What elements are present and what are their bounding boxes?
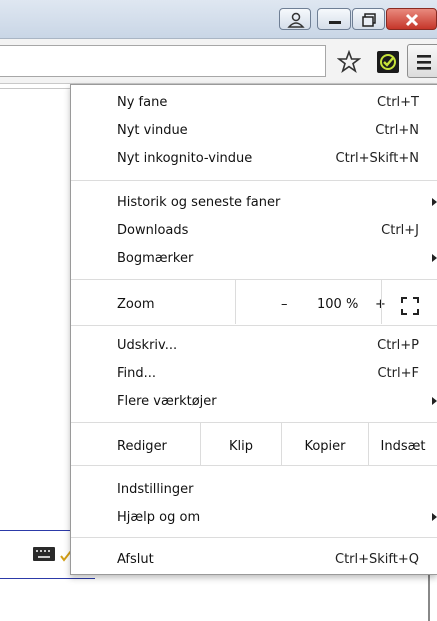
- edit-controls: Rediger Klip Kopier Indsæt: [71, 422, 437, 465]
- menu-item-shortcut: Ctrl+F: [377, 365, 419, 381]
- menu-item-label: Indstillinger: [117, 481, 194, 497]
- menu-item-more-tools[interactable]: Flere værktøjer: [71, 387, 437, 415]
- menu-item-label: Historik og seneste faner: [117, 194, 281, 210]
- zoom-divider: [381, 279, 382, 324]
- scrollbar-edge[interactable]: [428, 570, 430, 621]
- minimize-button[interactable]: [317, 8, 351, 30]
- menu-item-shortcut: Ctrl+N: [375, 122, 419, 138]
- menu-separator: [71, 180, 437, 181]
- submenu-arrow-icon: [432, 254, 437, 262]
- fullscreen-icon[interactable]: [401, 297, 419, 315]
- menu-item-new-tab[interactable]: Ny fane Ctrl+T: [71, 88, 437, 116]
- menu-item-label: Bogmærker: [117, 250, 194, 266]
- edit-label: Rediger: [117, 439, 167, 454]
- user-icon: [287, 12, 305, 28]
- keyboard-icon: [33, 547, 55, 561]
- menu-item-label: Ny fane: [117, 94, 168, 110]
- close-button[interactable]: [386, 8, 437, 30]
- zoom-divider: [235, 279, 236, 324]
- copy-button[interactable]: Kopier: [282, 439, 368, 454]
- menu-item-bookmarks[interactable]: Bogmærker: [71, 244, 437, 272]
- star-icon[interactable]: [337, 50, 361, 74]
- paste-button[interactable]: Indsæt: [369, 439, 437, 454]
- menu-separator: [71, 279, 437, 280]
- menu-item-print[interactable]: Udskriv... Ctrl+P: [71, 331, 437, 359]
- minimize-icon: [329, 21, 341, 24]
- browser-main-menu: Ny fane Ctrl+T Nyt vindue Ctrl+N Nyt ink…: [70, 84, 437, 575]
- menu-item-label: Hjælp og om: [117, 509, 201, 525]
- page-divider: [0, 578, 95, 579]
- menu-item-settings[interactable]: Indstillinger: [71, 475, 437, 503]
- menu-item-label: Downloads: [117, 222, 189, 238]
- menu-item-history[interactable]: Historik og seneste faner: [71, 188, 437, 216]
- checkmark-extension-icon[interactable]: [376, 50, 400, 74]
- zoom-out-button[interactable]: –: [281, 297, 288, 312]
- menu-item-new-incognito-window[interactable]: Nyt inkognito-vindue Ctrl+Skift+N: [71, 144, 437, 172]
- menu-item-shortcut: Ctrl+Skift+N: [335, 150, 419, 166]
- menu-item-label: Afslut: [117, 551, 154, 567]
- cut-button[interactable]: Klip: [201, 439, 281, 454]
- menu-item-new-window[interactable]: Nyt vindue Ctrl+N: [71, 116, 437, 144]
- menu-separator: [71, 465, 437, 466]
- menu-item-downloads[interactable]: Downloads Ctrl+J: [71, 216, 437, 244]
- restore-button[interactable]: [352, 8, 385, 30]
- menu-item-label: Flere værktøjer: [117, 393, 217, 409]
- close-icon: [405, 13, 419, 27]
- menu-item-exit[interactable]: Afslut Ctrl+Skift+Q: [71, 545, 437, 573]
- zoom-controls: Zoom – 100 % +: [71, 279, 437, 324]
- menu-item-shortcut: Ctrl+Skift+Q: [335, 551, 419, 567]
- zoom-level: 100 %: [317, 297, 359, 312]
- menu-separator: [71, 537, 437, 538]
- menu-item-shortcut: Ctrl+T: [377, 94, 419, 110]
- menu-item-shortcut: Ctrl+J: [381, 222, 419, 238]
- menu-item-label: Udskriv...: [117, 337, 178, 353]
- submenu-arrow-icon: [432, 513, 437, 521]
- menu-separator: [71, 325, 437, 326]
- submenu-arrow-icon: [432, 198, 437, 206]
- menu-item-label: Nyt vindue: [117, 122, 188, 138]
- zoom-label: Zoom: [117, 297, 155, 312]
- menu-button[interactable]: [407, 44, 437, 78]
- menu-separator: [71, 422, 437, 423]
- menu-item-find[interactable]: Find... Ctrl+F: [71, 359, 437, 387]
- user-profile-button[interactable]: [279, 8, 311, 30]
- menu-item-label: Find...: [117, 365, 157, 381]
- page-divider: [0, 88, 80, 89]
- address-bar[interactable]: [0, 45, 326, 77]
- restore-icon: [362, 13, 376, 27]
- menu-item-shortcut: Ctrl+P: [377, 337, 419, 353]
- menu-item-help[interactable]: Hjælp og om: [71, 503, 437, 531]
- hamburger-menu-icon: [417, 55, 431, 70]
- submenu-arrow-icon: [432, 397, 437, 405]
- menu-item-label: Nyt inkognito-vindue: [117, 150, 253, 166]
